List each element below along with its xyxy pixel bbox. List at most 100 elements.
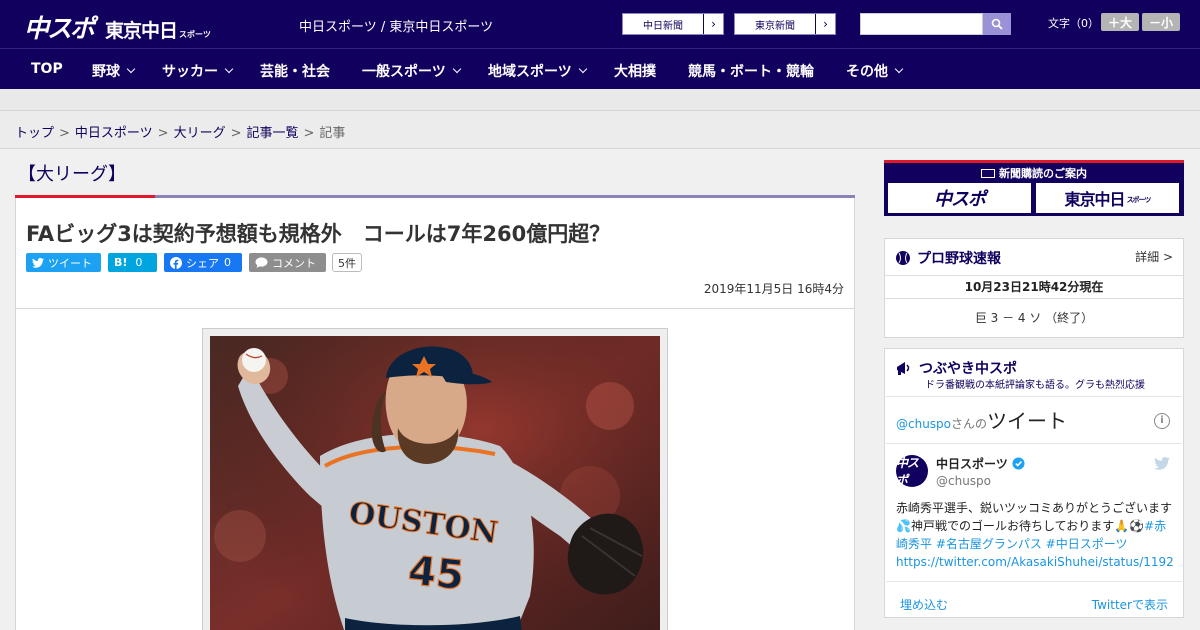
article-photo[interactable]: OUSTON 45	[210, 336, 660, 630]
nav-racing[interactable]: 競馬・ボート・競輪	[688, 61, 814, 81]
logo-sports-small: スポーツ	[179, 30, 211, 39]
breadcrumb-separator: >	[303, 126, 315, 141]
facebook-share-button[interactable]: シェア 0	[164, 253, 242, 272]
comment-bubble-icon	[255, 257, 268, 268]
article-headline: FAビッグ3は契約予想額も規格外 コールは7年260億円超？	[26, 222, 611, 246]
site-logo[interactable]: 中スポ 東京中日 スポーツ	[24, 9, 211, 45]
chevron-down-icon	[126, 64, 136, 74]
article-date: 2019年11月5日 16時4分	[703, 282, 844, 296]
nav-label: サッカー	[162, 64, 218, 80]
breadcrumb-mlb[interactable]: 大リーグ	[174, 126, 226, 141]
breadcrumb-chunichi-sports[interactable]: 中日スポーツ	[75, 126, 153, 141]
baseball-details-link[interactable]: 詳細 >	[1135, 248, 1173, 265]
nav-label: TOP	[31, 61, 63, 77]
nav-soccer[interactable]: サッカー	[162, 61, 234, 81]
hatena-count: 0	[135, 256, 143, 269]
user-name-text: 中日スポーツ	[936, 457, 1008, 471]
subscription-box: 新聞購読のご案内 中スポ 東京中日 スポーツ	[884, 160, 1184, 216]
subscribe-tokyo-chunichi-button[interactable]: 東京中日 スポーツ	[1036, 183, 1179, 213]
article-divider	[16, 308, 854, 309]
embed-link[interactable]: 埋め込む	[900, 596, 948, 613]
breadcrumb-article-list[interactable]: 記事一覧	[247, 126, 299, 141]
twitter-bird-icon[interactable]	[1154, 457, 1170, 470]
tweet-body: 赤崎秀平選手、鋭いツッコミありがとうございます💦神戸戦でのゴールお待ちしておりま…	[896, 499, 1176, 571]
tweet-url[interactable]: https://twitter.com/AkasakiShuhei/status…	[896, 553, 1174, 571]
comment-button[interactable]: コメント	[249, 253, 326, 272]
baseball-icon	[896, 251, 910, 265]
breadcrumb-top[interactable]: トップ	[15, 126, 54, 141]
chevron-down-icon	[894, 64, 904, 74]
avatar[interactable]: 中スポ	[896, 455, 928, 487]
subscription-title-text: 新聞購読のご案内	[999, 167, 1087, 180]
score-timestamp: 10月23日21時42分現在	[885, 275, 1183, 299]
link-label: 東京新聞	[755, 20, 795, 32]
nav-top[interactable]: TOP	[31, 61, 63, 77]
tokyo-chunichi-small: スポーツ	[1126, 196, 1152, 204]
nav-baseball[interactable]: 野球	[92, 61, 136, 81]
view-on-twitter-link[interactable]: Twitterで表示	[1092, 596, 1168, 613]
megaphone-icon	[897, 362, 910, 375]
tokyo-shimbun-link[interactable]: 東京新聞 ›	[734, 13, 836, 35]
sub-nav-strip	[0, 89, 1200, 111]
comment-label: コメント	[272, 256, 316, 270]
nav-local-sports[interactable]: 地域スポーツ	[488, 61, 587, 81]
nav-label: 地域スポーツ	[488, 64, 572, 80]
nav-label: 芸能・社会	[260, 64, 330, 80]
nav-others[interactable]: その他	[846, 61, 904, 81]
nav-general-sports[interactable]: 一般スポーツ	[362, 61, 461, 81]
category-title: 【大リーグ】	[18, 164, 126, 185]
score-result[interactable]: 巨 3 － 4 ソ （終了）	[885, 309, 1183, 326]
twitter-widget-subtitle: ドラ番観戦の本紙評論家も語る。グラも熱烈応援	[925, 380, 1145, 391]
twitter-bird-icon	[32, 257, 44, 268]
timeline-header: @chuspoさんのツイート	[896, 405, 1067, 434]
jersey-number: 45	[406, 548, 466, 600]
info-icon[interactable]: i	[1154, 413, 1170, 429]
site-name: 中日スポーツ / 東京中日スポーツ	[299, 20, 494, 35]
twitter-widget-box: つぶやき中スポ ドラ番観戦の本紙評論家も語る。グラも熱烈応援 @chuspoさん…	[884, 348, 1184, 618]
facebook-label: シェア	[186, 256, 219, 270]
font-increase-button[interactable]: ＋大	[1101, 13, 1139, 31]
chevron-down-icon	[452, 64, 461, 74]
chevron-right-icon: ›	[815, 14, 835, 34]
subscribe-chuspo-button[interactable]: 中スポ	[888, 183, 1031, 213]
baseball-scores-box: プロ野球速報 詳細 > 10月23日21時42分現在 巨 3 － 4 ソ （終了…	[884, 238, 1184, 338]
search-button[interactable]	[983, 13, 1011, 35]
link-label: 中日新聞	[643, 20, 683, 32]
logo-chuspo: 中スポ	[24, 14, 95, 43]
top-header: 中スポ 東京中日 スポーツ 中日スポーツ / 東京中日スポーツ 中日新聞 › 東…	[0, 0, 1200, 48]
twitter-title-text: つぶやき中スポ	[919, 361, 1017, 377]
tweet-timeline[interactable]: @chuspoさんのツイート i 中スポ 中日スポーツ @chuspo 赤崎秀平…	[886, 396, 1182, 620]
pitcher-photo-illustration: OUSTON 45	[210, 336, 660, 630]
tokyo-chunichi-label: 東京中日	[1064, 190, 1126, 209]
tweet-user-name[interactable]: 中日スポーツ	[936, 455, 1025, 472]
nav-entertainment[interactable]: 芸能・社会	[260, 61, 330, 81]
verified-badge-icon	[1012, 457, 1025, 470]
breadcrumb-separator: >	[59, 126, 70, 141]
breadcrumb-current: 記事	[319, 126, 346, 141]
facebook-icon	[170, 256, 182, 269]
facebook-count: 0	[224, 256, 231, 269]
timeline-handle[interactable]: @chuspo	[896, 417, 951, 431]
hatena-bookmark-button[interactable]: B! 0	[108, 253, 157, 272]
tweet-label: ツイート	[48, 256, 92, 270]
font-size-label: 文字（0）	[1048, 17, 1099, 30]
search-input[interactable]	[860, 13, 983, 35]
tweet-user-handle[interactable]: @chuspo	[936, 474, 991, 488]
timeline-tweet-label: ツイート	[987, 409, 1068, 433]
main-nav: TOP 野球 サッカー 芸能・社会 一般スポーツ 地域スポーツ 大相撲 競馬・ボ…	[0, 48, 1200, 89]
newspaper-icon	[981, 169, 995, 178]
nav-sumo[interactable]: 大相撲	[614, 61, 656, 81]
hatena-icon: B!	[114, 256, 128, 269]
baseball-scores-title: プロ野球速報	[895, 248, 1001, 268]
font-decrease-button[interactable]: －小	[1142, 13, 1180, 31]
timeline-san: さんの	[951, 417, 988, 431]
article-card: FAビッグ3は契約予想額も規格外 コールは7年260億円超？ ツイート B! 0…	[15, 198, 855, 630]
article-photo-frame: OUSTON 45	[202, 328, 668, 630]
nav-label: 競馬・ボート・競輪	[688, 64, 814, 80]
comment-count-badge[interactable]: 5件	[332, 253, 362, 272]
tweet-button[interactable]: ツイート	[26, 253, 101, 272]
breadcrumb-separator: >	[230, 126, 242, 141]
chunichi-shimbun-link[interactable]: 中日新聞 ›	[622, 13, 724, 35]
timeline-footer: 埋め込む Twitterで表示	[886, 581, 1182, 621]
breadcrumb-separator: >	[157, 126, 169, 141]
